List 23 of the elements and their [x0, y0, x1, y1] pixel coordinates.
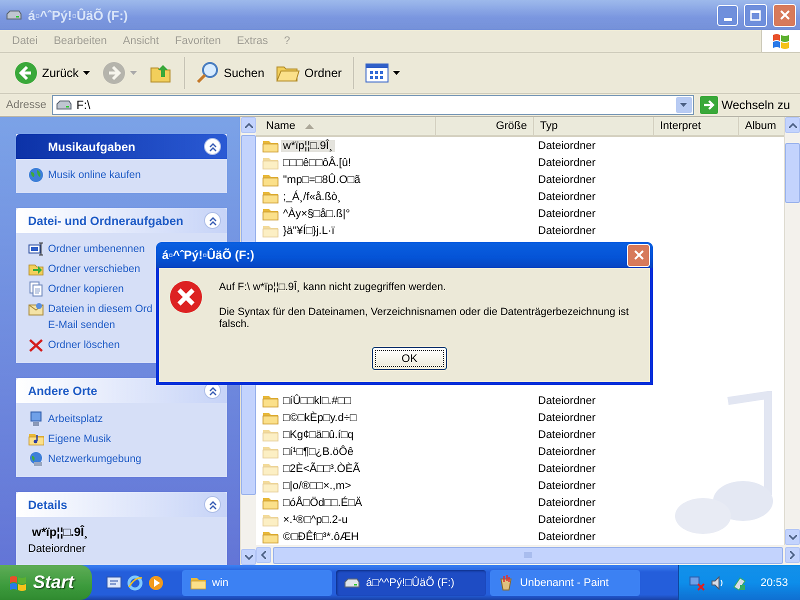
file-type: Dateiordner [537, 190, 596, 202]
file-type: Dateiordner [537, 208, 596, 220]
error-message: Auf F:\ w*ïp¦¦□.9Î¸ kann nicht zugegriffen werden. [219, 281, 447, 293]
error-detail: Die Syntax für den Dateinamen, Verzeichnisnamen oder die Datenträgerbezeichnung ist falsch. [219, 306, 630, 330]
details-name: w*ïp¦¦□.9Î¸ [31, 525, 89, 539]
file-type: Dateiordner [537, 174, 596, 186]
details-type: Dateiordner [28, 543, 86, 555]
file-type: Dateiordner [537, 394, 596, 406]
file-type: Dateiordner [537, 412, 596, 424]
file-type: Dateiordner [537, 224, 596, 236]
address-label: Adresse [5, 99, 48, 111]
clock: 20:53 [760, 576, 788, 588]
window-title: á▫^ˆPý!▫ÛäÕ (F:) [28, 8, 129, 22]
file-type: Dateiordner [537, 514, 596, 526]
file-type: Dateiordner [537, 462, 596, 474]
file-type: Dateiordner [537, 480, 596, 492]
file-type: Dateiordner [537, 530, 596, 542]
file-type: Dateiordner [537, 156, 596, 168]
file-type: Dateiordner [537, 446, 596, 458]
file-type: Dateiordner [537, 140, 596, 152]
file-type: Dateiordner [537, 428, 596, 440]
file-type: Dateiordner [537, 496, 596, 508]
dialog-title: á▫^ˆPý!▫ÛäÕ (F:) [162, 248, 256, 262]
